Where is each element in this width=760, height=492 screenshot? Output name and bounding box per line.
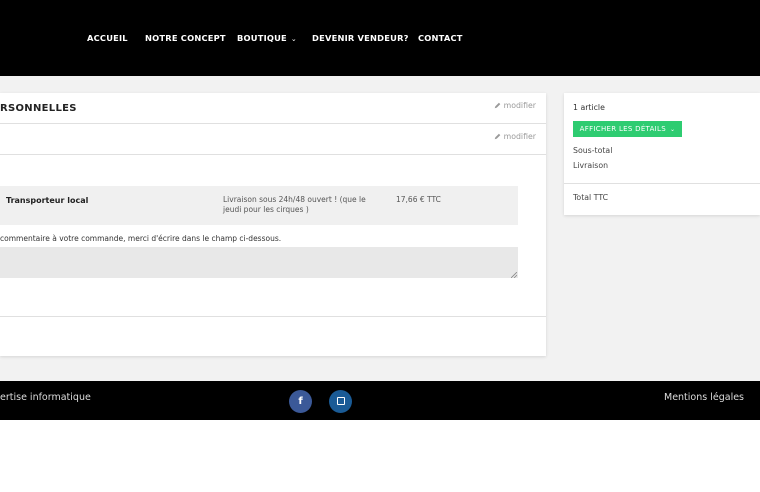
- cart-summary: 1 article AFFICHER LES DÉTAILS ⌄ Sous-tot…: [564, 93, 760, 215]
- show-details-button[interactable]: AFFICHER LES DÉTAILS ⌄: [573, 121, 682, 137]
- comment-label: commentaire à votre commande, merci d'éc…: [0, 234, 282, 243]
- total-label: Total TTC: [573, 193, 609, 202]
- site-header: ACCUEIL NOTRE CONCEPT BOUTIQUE ⌄ DEVENIR …: [0, 0, 760, 76]
- footer-tagline: ertise informatique: [0, 392, 91, 403]
- address-step: modifier: [0, 124, 546, 155]
- site-footer: ertise informatique f Mentions légales: [0, 381, 760, 420]
- nav-label: DEVENIR VENDEUR?: [312, 33, 409, 43]
- shipping-step: Transporteur local Livraison sous 24h/48…: [0, 155, 546, 317]
- facebook-icon[interactable]: f: [289, 390, 312, 413]
- page: ACCUEIL NOTRE CONCEPT BOUTIQUE ⌄ DEVENIR …: [0, 0, 760, 492]
- facebook-glyph: f: [298, 396, 303, 407]
- pencil-icon: [494, 133, 500, 140]
- carrier-delay: Livraison sous 24h/48 ouvert ! (que le j…: [223, 195, 366, 214]
- order-comment-field[interactable]: [0, 247, 518, 278]
- resize-grip-icon[interactable]: [511, 272, 517, 278]
- modify-link[interactable]: modifier: [494, 101, 536, 110]
- modify-label: modifier: [503, 132, 536, 141]
- nav-item-notre-concept[interactable]: NOTRE CONCEPT: [145, 33, 226, 43]
- divider: [564, 183, 760, 184]
- nav-label: NOTRE CONCEPT: [145, 33, 226, 43]
- nav-label: BOUTIQUE: [237, 33, 287, 43]
- linkedin-glyph: [336, 397, 345, 405]
- nav-item-contact[interactable]: CONTACT: [418, 33, 463, 43]
- subtotal-label: Sous-total: [573, 146, 613, 155]
- nav-label: CONTACT: [418, 33, 463, 43]
- payment-step: [0, 317, 546, 356]
- nav-item-accueil[interactable]: ACCUEIL: [87, 33, 128, 43]
- pencil-icon: [494, 102, 500, 109]
- legal-mentions-link[interactable]: Mentions légales: [664, 392, 744, 403]
- page-bottom: [0, 420, 760, 492]
- delivery-label: Livraison: [573, 161, 609, 170]
- modify-link[interactable]: modifier: [494, 132, 536, 141]
- carrier-price: 17,66 € TTC: [396, 195, 441, 204]
- show-details-label: AFFICHER LES DÉTAILS: [579, 125, 666, 133]
- carrier-name: Transporteur local: [6, 196, 89, 205]
- chevron-down-icon: ⌄: [669, 126, 676, 133]
- nav-item-devenir-vendeur[interactable]: DEVENIR VENDEUR?: [312, 33, 409, 43]
- chevron-down-icon: ⌄: [290, 35, 297, 43]
- modify-label: modifier: [503, 101, 536, 110]
- linkedin-icon[interactable]: [329, 390, 352, 413]
- nav-item-boutique[interactable]: BOUTIQUE ⌄: [237, 33, 297, 43]
- nav-label: ACCUEIL: [87, 33, 128, 43]
- carrier-option[interactable]: Transporteur local Livraison sous 24h/48…: [0, 186, 518, 225]
- checkout-steps-panel: RSONNELLES modifier modifier Transporteu…: [0, 93, 546, 356]
- cart-item-count: 1 article: [573, 103, 605, 112]
- step-title: RSONNELLES: [0, 103, 77, 114]
- personal-info-step: RSONNELLES modifier: [0, 93, 546, 124]
